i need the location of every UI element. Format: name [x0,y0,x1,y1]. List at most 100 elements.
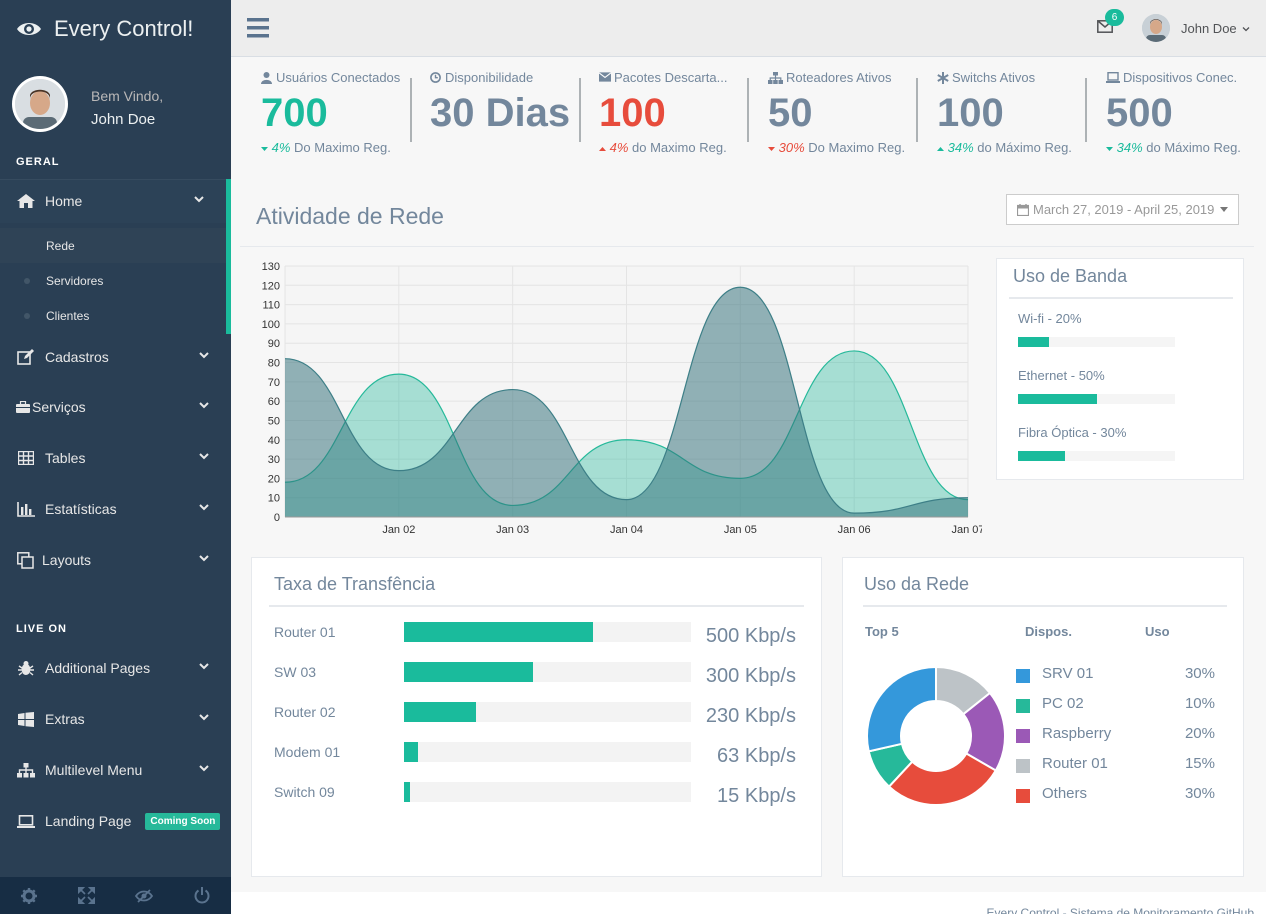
profile-name: John Doe [91,111,156,128]
stat-footer: 34% do Máximo Reg. [937,140,1072,155]
sidebar-item-home[interactable]: Home [0,179,231,223]
fullscreen-button[interactable] [58,877,116,914]
sidebar-item-servicos[interactable]: Serviços [0,385,231,429]
legend-swatch [1016,729,1030,743]
divider [863,605,1227,607]
transfer-label: Modem 01 [274,744,341,760]
transfer-value: 15 Kbp/s [717,785,796,807]
sidebar-item-multilevel-menu[interactable]: Multilevel Menu [0,748,231,792]
stat-label: Roteadores Ativos [786,70,892,85]
stat-tile: Usuários Conectados 700 4% Do Maximo Reg… [261,70,400,160]
fullscreen-icon [78,887,96,904]
sidebar-item-estatisticas[interactable]: Estatísticas [0,487,231,531]
stat-tile: Roteadores Ativos 50 30% Do Maximo Reg. [768,70,905,160]
bullet-icon [24,313,30,319]
stat-divider [410,78,412,142]
stat-divider [1085,78,1087,142]
transfer-label: Router 02 [274,704,336,720]
chevron-down-icon[interactable] [1242,25,1250,33]
legend-percent: 30% [1184,665,1215,682]
sidebar-item-extras[interactable]: Extras [0,697,231,741]
profile: Bem Vindo, John Doe [12,76,222,136]
x-tick-label: Jan 02 [382,524,415,536]
submenu-item-servidores[interactable]: Servidores [0,263,226,298]
active-indicator [226,179,231,334]
stat-label: Dispositivos Conec. [1123,70,1238,85]
lock-icon [135,888,154,903]
chevron-down-icon [199,714,209,721]
sidebar-item-label: Cadastros [45,349,109,365]
top-nav: 6 John Doe [231,0,1266,57]
stat-delta: 30% [778,140,805,155]
briefcase-icon [16,399,30,415]
transfer-rate-panel: Taxa de Transfência Router 01 500 Kbp/s … [251,557,822,877]
sidebar-item-layouts[interactable]: Layouts [0,538,231,582]
divider [240,246,1254,247]
column-header-device: Dispos. [1025,624,1072,639]
transfer-bar [404,622,691,642]
x-tick-label: Jan 06 [838,524,871,536]
date-range-picker[interactable]: March 27, 2019 - April 25, 2019 [1006,194,1239,225]
sidebar-item-cadastros[interactable]: Cadastros [0,335,231,379]
mail-count-badge: 6 [1105,9,1124,26]
network-activity-chart: 0 10 20 30 40 50 60 70 80 90 100 110 120 130 Jan 02 Jan… [262,261,982,536]
menu-toggle-icon[interactable] [247,18,269,38]
legend-device: PC 02 [1042,695,1084,712]
footer-text: Every Control - Sistema de Monitoramento… [986,906,1254,914]
stat-tile: Switchs Ativos 100 34% do Máximo Reg. [937,70,1072,160]
stat-divider [579,78,581,142]
legend-swatch [1016,789,1030,803]
chevron-down-icon [199,352,209,359]
legend-swatch [1016,669,1030,683]
stat-value: 500 [1106,91,1173,135]
sidebar-item-tables[interactable]: Tables [0,436,231,480]
section-live-heading: LIVE ON [16,623,68,635]
chevron-down-icon [199,504,209,511]
y-tick-label: 100 [262,319,280,331]
settings-icon [20,887,37,904]
user-avatar[interactable] [1142,14,1170,42]
stat-delta: 4% [609,140,629,155]
chevron-down-icon [194,196,204,203]
y-tick-label: 20 [268,473,280,485]
home-icon [16,193,36,209]
transfer-bar [404,702,691,722]
divider [269,605,804,607]
column-header-top: Top 5 [865,624,899,639]
sidebar: Every Control! Bem Vindo, John Doe GERAL… [0,0,231,914]
settings-button[interactable] [0,877,58,914]
sidebar-item-additional-pages[interactable]: Additional Pages [0,646,231,690]
user-menu-name[interactable]: John Doe [1181,21,1237,36]
legend-swatch [1016,759,1030,773]
sidebar-item-landing-page[interactable]: Landing Page Coming Soon [0,799,231,843]
y-tick-label: 10 [268,493,280,505]
sidebar-item-label: Estatísticas [45,501,117,517]
column-header-use: Uso [1145,624,1170,639]
stat-delta: 4% [271,140,291,155]
panel-title: Taxa de Transfência [274,574,436,594]
stat-footer: 4% Do Maximo Reg. [261,140,400,155]
submenu-item-clientes[interactable]: Clientes [0,298,226,333]
bandwidth-label: Wi-fi - 20% [1018,311,1082,326]
lock-button[interactable] [116,877,174,914]
trend-icon [1106,140,1113,155]
trend-icon [768,140,775,155]
submenu-item-rede[interactable]: Rede [0,228,226,263]
sidebar-item-label: Home [45,193,83,209]
x-tick-label: Jan 07 [951,524,982,536]
x-tick-label: Jan 03 [496,524,529,536]
stat-footer: 30% Do Maximo Reg. [768,140,905,155]
legend-percent: 20% [1184,725,1215,742]
legend-device: Others [1042,785,1088,802]
laptop-icon [16,813,36,829]
clock-icon [430,71,442,84]
app-title-link[interactable]: Every Control! [0,0,231,58]
transfer-bar [404,782,691,802]
logout-button[interactable] [173,877,231,914]
transfer-label: Router 01 [274,624,336,640]
stat-value: 100 [937,91,1004,135]
transfer-value: 500 Kbp/s [705,625,796,647]
transfer-value: 300 Kbp/s [705,665,796,687]
section-general-heading: GERAL [16,156,60,168]
avatar[interactable] [12,76,68,132]
